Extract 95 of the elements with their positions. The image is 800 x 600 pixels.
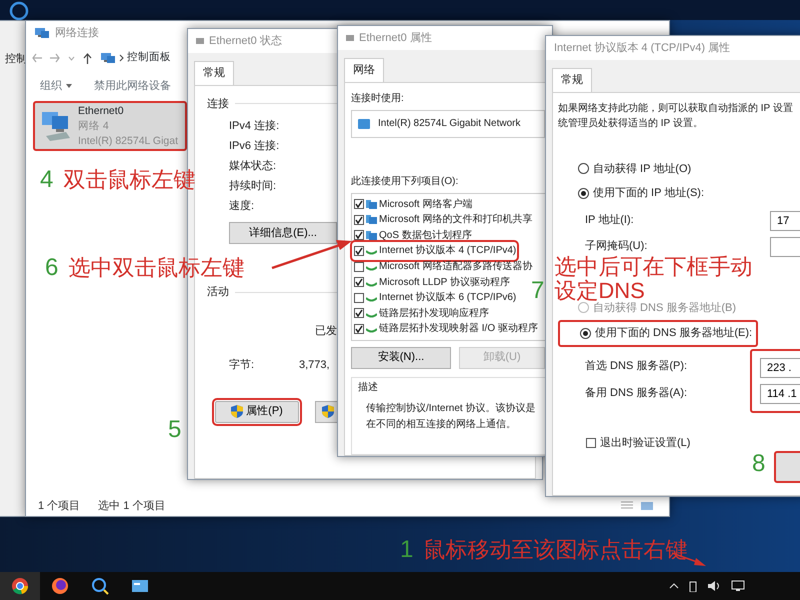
column-heading: 已发 [315,324,337,338]
speaker-icon[interactable] [707,580,721,592]
tiles-view-icon[interactable] [641,501,653,511]
network-name: 网络 4 [78,118,109,134]
check-icon [355,278,363,286]
window-title: Ethernet0 属性 [359,30,432,46]
option-label[interactable]: 使用下面的 DNS 服务器地址(E): [595,325,752,342]
toolbar-button[interactable]: 组织 [40,78,72,94]
input-field[interactable]: 17 [770,210,800,230]
status-text: 1 个项目 [38,498,80,514]
usb-drive-icon[interactable] [689,580,697,592]
row-label: 字节: [229,358,256,373]
field-label: IPv6 连接: [229,138,280,154]
window-title: Ethernet0 状态 [209,34,282,49]
radio-button[interactable] [578,188,589,199]
connection-name: Ethernet0 [78,104,124,118]
network-client-icon [366,230,377,241]
adapter-icon [358,118,370,128]
intro-text: 如果网络支持此功能，则可以获取自动指派的 IP 设置 统管理员处获得适当的 IP 设置。 [558,102,793,130]
up-arrow-icon[interactable] [83,52,92,64]
field-label: 首选 DNS 服务器(P): [585,358,688,374]
annotation-text: 鼠标移动至该图标点击右键 [423,538,688,562]
component-item[interactable]: Microsoft 网络的文件和打印机共享 [353,212,532,228]
step-number: 1 [400,538,414,562]
option-label[interactable]: 自动获得 IP 地址(O) [593,160,692,177]
radio-button[interactable] [580,328,591,339]
component-item[interactable]: 链路层拓扑发现响应程序 [353,305,489,321]
component-item[interactable]: Microsoft LLDP 协议驱动程序 [353,274,510,290]
section-heading: 连接 [207,96,229,112]
field-label: 持续时间: [229,179,276,194]
annotation-text: 双击鼠标左键 [63,168,196,192]
network-client-icon [366,214,377,226]
checkbox[interactable] [354,277,364,288]
tab[interactable]: 常规 [552,68,592,92]
step-number: 5 [168,418,182,442]
ring-icon [8,0,30,22]
field-label: IP 地址(I): [585,213,634,228]
caret-icon [66,84,72,88]
component-item[interactable]: QoS 数据包计划程序 [353,228,472,244]
component-item[interactable]: Internet 协议版本 4 (TCP/IPv4) [353,243,516,259]
chevron-right-icon [119,54,124,62]
description-text: 传输控制协议/Internet 协议。该协议是 在不同的相互连接的网络上通信。 [366,402,536,432]
field-label: 速度: [229,198,254,214]
input-field[interactable]: 223 . [760,358,800,378]
toolbar-button[interactable]: 禁用此网络设备 [94,78,171,94]
checkbox[interactable] [354,308,364,318]
adapter-name: Intel(R) 82574L Gigat [78,134,178,148]
checkbox[interactable] [354,230,364,240]
checkbox[interactable] [354,292,364,303]
option-label[interactable]: 使用下面的 IP 地址(S): [593,185,704,202]
shield-icon [322,405,334,418]
component-item[interactable]: Microsoft 网络适配器多路传送器协 [353,258,532,274]
input-field[interactable]: 114 .1 [760,384,800,404]
network-connection-item[interactable]: Ethernet0 网络 4 Intel(R) 82574L Gigat [33,101,187,151]
section-label: 此连接使用下列项目(O): [351,174,458,188]
checkbox[interactable] [586,438,596,448]
radio-button[interactable] [578,163,589,174]
checkbox-label[interactable]: 退出时验证设置(L) [600,434,690,451]
chevron-up-icon[interactable] [669,583,679,589]
adapter-field: Intel(R) 82574L Gigabit Network [351,110,545,138]
checkbox[interactable] [354,246,364,256]
field-label: 连接时使用: [351,92,404,106]
shield-icon [231,405,244,418]
details-view-icon[interactable] [621,501,633,511]
field-label: 子网掩码(U): [585,239,648,254]
component-item[interactable]: Microsoft 网络客户端 [353,196,472,212]
window-icon[interactable] [131,577,149,595]
step-number: 8 [752,452,766,476]
group-heading: 描述 [358,380,378,394]
checkbox[interactable] [354,262,364,272]
window-title: 网络连接 [55,26,99,41]
byte-count: 3,773, [299,358,330,373]
details-button[interactable]: 详细信息(E)... [229,222,337,244]
step-number: 7 [531,279,544,304]
component-item[interactable]: 链路层拓扑发现映射器 I/O 驱动程序 [353,321,538,337]
field-label: 媒体状态: [229,158,276,174]
section-heading: 活动 [207,285,229,300]
component-item[interactable]: Internet 协议版本 6 (TCP/IPv6) [353,290,516,306]
checkbox[interactable] [354,324,364,334]
install-button[interactable]: 安装(N)... [351,346,451,368]
checkbox[interactable] [354,199,364,210]
status-text: 选中 1 个项目 [98,498,166,514]
browser-icon[interactable] [51,577,69,595]
network-client-icon [366,198,377,210]
annotation-text: 选中双击鼠标左键 [68,256,244,280]
step-number: 4 [40,168,54,192]
window-title: Internet 协议版本 4 (TCP/IPv4) 属性 [554,40,730,56]
field-label: 备用 DNS 服务器(A): [585,386,688,401]
tab[interactable]: 常规 [194,61,234,84]
checkbox[interactable] [354,214,364,225]
tab[interactable]: 网络 [344,58,384,82]
step-number: 6 [45,256,58,280]
browser-icon[interactable] [11,577,29,595]
breadcrumb-link[interactable]: 控制面板 [127,50,171,66]
field-label: IPv4 连接: [229,118,280,134]
